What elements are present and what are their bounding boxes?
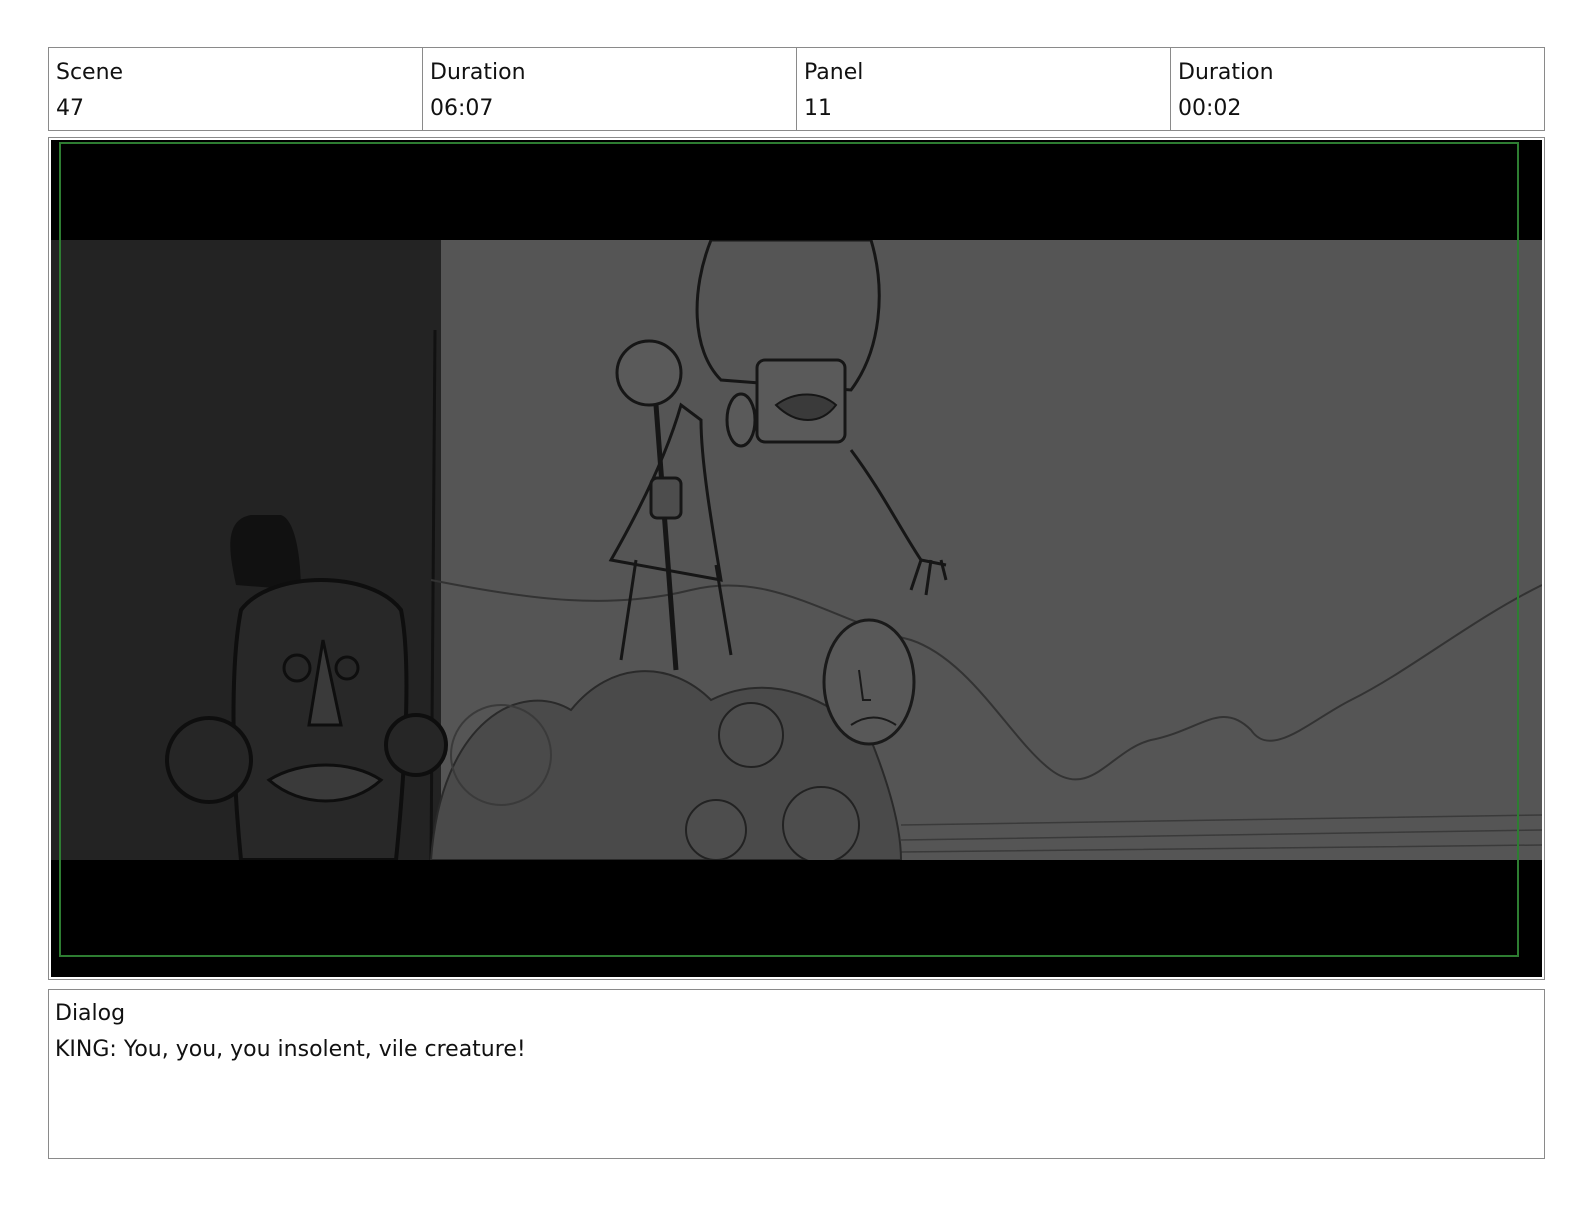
dialog-box: Dialog KING: You, you, you insolent, vil… xyxy=(48,989,1545,1159)
panel-cell: Panel 11 xyxy=(796,48,1170,130)
storyboard-sketch xyxy=(51,140,1542,977)
panel-header: Scene 47 Duration 06:07 Panel 11 Duratio… xyxy=(48,47,1545,131)
mask-topknot xyxy=(230,515,301,590)
scene-duration-cell: Duration 06:07 xyxy=(422,48,796,130)
scene-label: Scene xyxy=(56,60,124,85)
bald-figure-head xyxy=(822,618,916,746)
scene-duration-value: 06:07 xyxy=(430,96,494,121)
scepter-orb xyxy=(615,339,683,407)
scene-duration-label: Duration xyxy=(430,60,526,85)
letterbox-top xyxy=(51,140,1542,240)
dialog-text: KING: You, you, you insolent, vile creat… xyxy=(55,1037,526,1062)
crowd-face-3 xyxy=(782,786,860,864)
panel-duration-label: Duration xyxy=(1178,60,1274,85)
panel-number: 11 xyxy=(804,96,832,121)
panel-duration-value: 00:02 xyxy=(1178,96,1242,121)
letterbox-bottom xyxy=(51,860,1542,977)
panel-duration-cell: Duration 00:02 xyxy=(1170,48,1544,130)
crowd-face-1 xyxy=(718,702,784,768)
storyboard-frame xyxy=(48,137,1545,980)
scene-cell: Scene 47 xyxy=(49,48,422,130)
panel-label: Panel xyxy=(804,60,864,85)
dialog-label: Dialog xyxy=(55,1001,126,1026)
crowd-face-2 xyxy=(685,799,747,861)
scene-number: 47 xyxy=(56,96,84,121)
